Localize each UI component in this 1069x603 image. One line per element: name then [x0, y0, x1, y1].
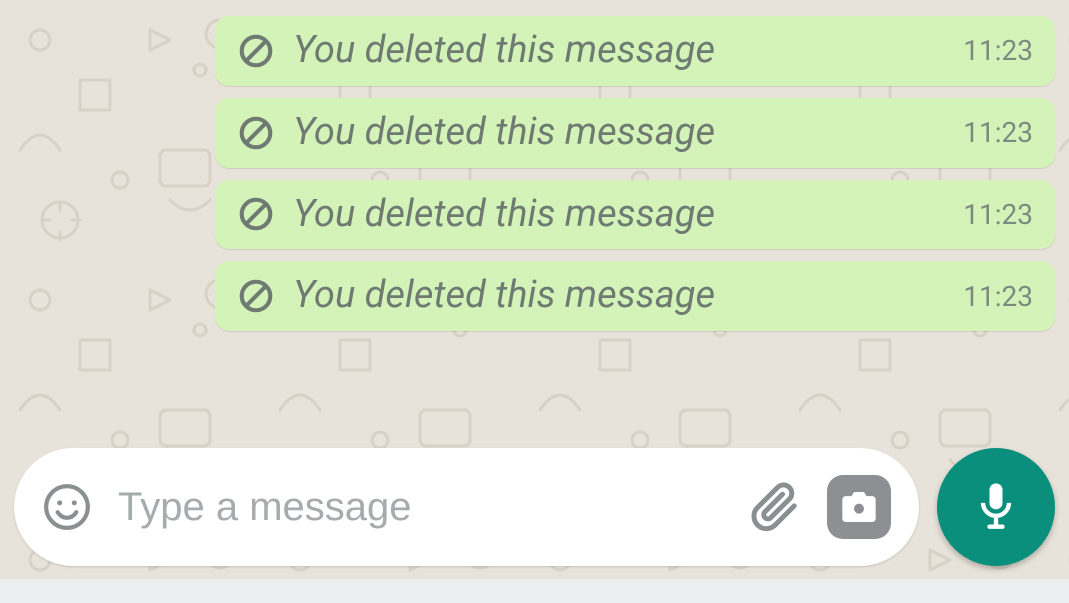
camera-icon[interactable]: [827, 475, 891, 539]
outgoing-message-bubble[interactable]: You deleted this message 11:23: [215, 261, 1055, 331]
prohibit-icon: [237, 32, 275, 70]
message-timestamp: 11:23: [955, 34, 1033, 67]
prohibit-icon: [237, 277, 275, 315]
message-row: You deleted this message 11:23: [0, 255, 1069, 337]
outgoing-message-bubble[interactable]: You deleted this message 11:23: [215, 98, 1055, 168]
outgoing-message-bubble[interactable]: You deleted this message 11:23: [215, 180, 1055, 250]
message-input-container: [14, 448, 919, 566]
deleted-message-text: You deleted this message: [293, 275, 937, 317]
deleted-message-text: You deleted this message: [293, 112, 937, 154]
bottom-separator: [0, 579, 1069, 603]
composer-bar: [0, 441, 1069, 573]
microphone-icon: [970, 479, 1022, 535]
message-timestamp: 11:23: [955, 116, 1033, 149]
emoji-icon[interactable]: [42, 482, 92, 532]
paperclip-icon[interactable]: [747, 480, 801, 534]
message-row: You deleted this message 11:23: [0, 92, 1069, 174]
message-timestamp: 11:23: [955, 198, 1033, 231]
deleted-message-text: You deleted this message: [293, 30, 937, 72]
prohibit-icon: [237, 195, 275, 233]
message-row: You deleted this message 11:23: [0, 10, 1069, 92]
prohibit-icon: [237, 114, 275, 152]
message-row: You deleted this message 11:23: [0, 174, 1069, 256]
chat-message-list[interactable]: You deleted this message 11:23 You delet…: [0, 0, 1069, 420]
message-input[interactable]: [118, 485, 721, 530]
voice-record-button[interactable]: [937, 448, 1055, 566]
deleted-message-text: You deleted this message: [293, 194, 937, 236]
message-timestamp: 11:23: [955, 280, 1033, 313]
outgoing-message-bubble[interactable]: You deleted this message 11:23: [215, 16, 1055, 86]
